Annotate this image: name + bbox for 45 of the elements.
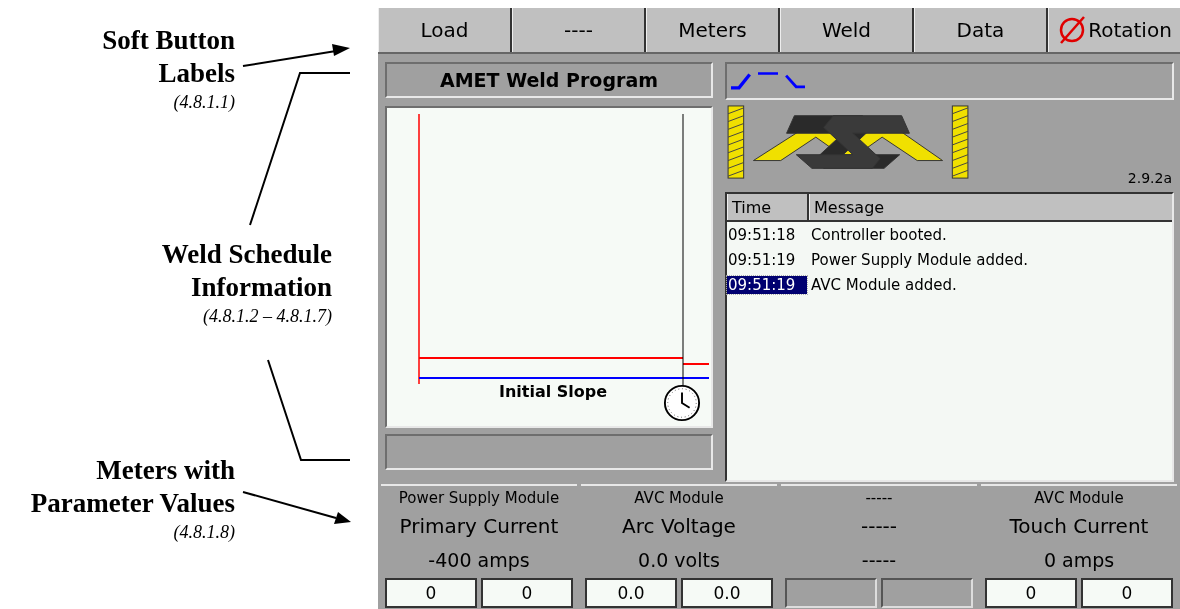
downslope-icon	[785, 72, 805, 90]
graph-label: Initial Slope	[499, 382, 608, 401]
parameter-value: 0.0 volts	[638, 548, 720, 573]
parameter-label: Primary Current	[399, 513, 559, 540]
program-title: AMET Weld Program	[385, 62, 713, 98]
callout-title: Meters with Parameter Values	[29, 454, 235, 520]
section-reference: (4.8.1.8)	[172, 521, 235, 544]
value-field: 0	[385, 578, 477, 608]
callout-title: Weld Schedule Information	[160, 238, 332, 304]
message-cell-text: Power Supply Module added.	[810, 250, 1029, 269]
soft-button[interactable]: Data	[914, 8, 1048, 52]
value-field: 0.0	[585, 578, 677, 608]
value-field: 0	[1081, 578, 1173, 608]
parameter-label: -----	[860, 513, 898, 540]
time-cell[interactable]: 09:51:19	[727, 275, 807, 294]
parameter-label: Arc Voltage	[622, 513, 736, 540]
parameter-label: Touch Current	[1009, 513, 1149, 540]
value-field: 0.0	[681, 578, 773, 608]
clock-icon	[663, 384, 701, 422]
soft-button[interactable]: Load	[378, 8, 512, 52]
section-reference: (4.8.1.1)	[172, 91, 235, 114]
soft-button[interactable]: Meters	[646, 8, 780, 52]
parameter-value: -400 amps	[428, 548, 530, 573]
message-cell-text: Controller booted.	[810, 225, 947, 244]
callout-title: Soft Button Labels	[101, 24, 235, 90]
module-label: -----	[865, 488, 893, 509]
module-label: AVC Module	[1034, 488, 1124, 509]
parameter-value: -----	[861, 548, 897, 573]
value-field: 0	[985, 578, 1077, 608]
level-line-icon	[757, 72, 779, 75]
module-label: Power Supply Module	[398, 488, 560, 509]
time-cell[interactable]: 09:51:18	[727, 225, 807, 244]
prohibited-icon	[1057, 15, 1088, 45]
value-field: 0	[481, 578, 573, 608]
column-header[interactable]: Time	[727, 194, 809, 220]
version-label: 2.9.2a	[1127, 170, 1172, 186]
parameter-value: 0 amps	[1043, 548, 1115, 573]
time-cell[interactable]: 09:51:19	[727, 250, 807, 269]
column-header[interactable]: Message	[809, 194, 1172, 220]
soft-button[interactable]: Weld	[780, 8, 914, 52]
message-cell-text: AVC Module added.	[810, 275, 957, 294]
upslope-icon	[731, 72, 751, 90]
soft-button[interactable]: ----	[512, 8, 646, 52]
section-reference: (4.8.1.2 – 4.8.1.7)	[202, 305, 332, 328]
module-label: AVC Module	[634, 488, 724, 509]
